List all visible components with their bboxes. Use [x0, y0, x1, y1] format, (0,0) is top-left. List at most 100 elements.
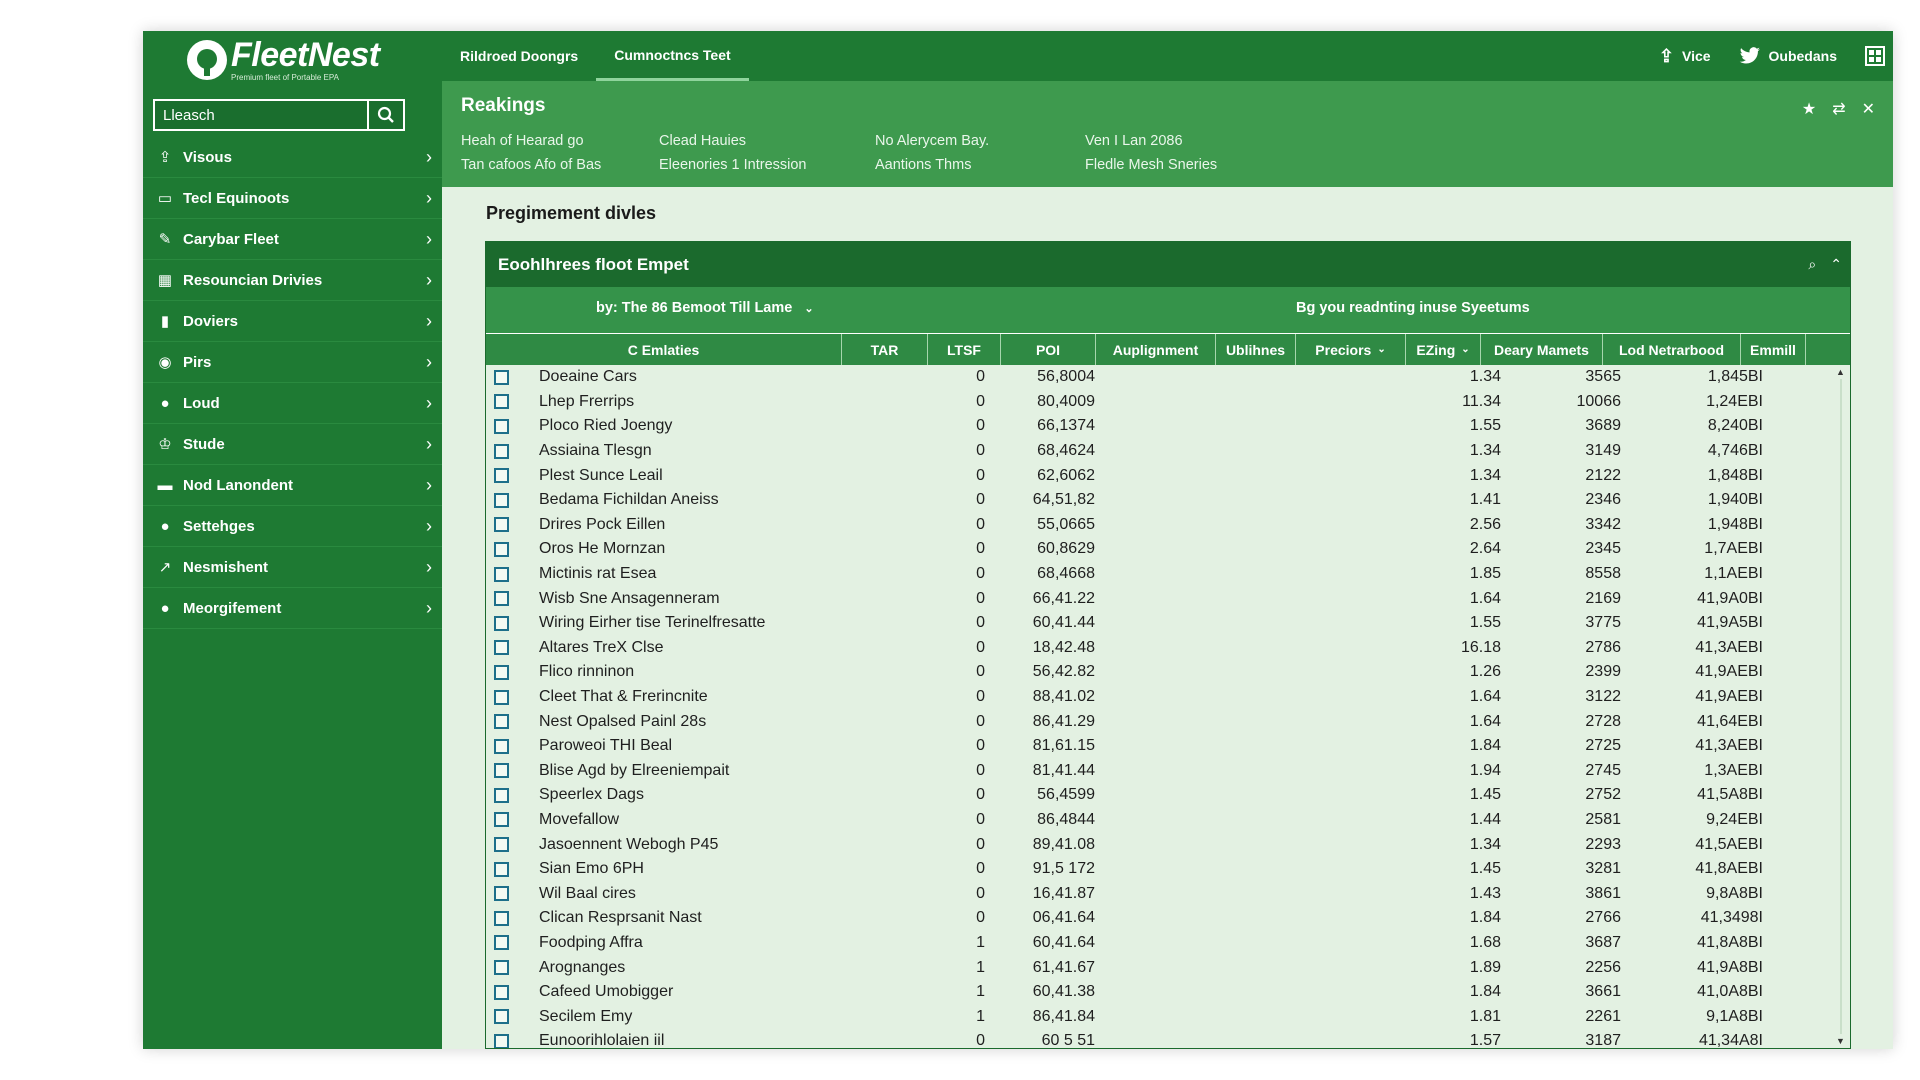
sidebar-item-7[interactable]: ♔ Stude › [143, 424, 442, 465]
row-checkbox[interactable] [494, 615, 509, 631]
table-row[interactable]: Drires Pock Eillen 0 55,0665 2.56 3342 1,948B… [486, 513, 1850, 538]
table-row[interactable]: Sian Emo 6PH 0 91,5 172 1.45 3281 41,8AEBI [486, 857, 1850, 882]
row-checkbox[interactable] [494, 664, 509, 680]
oubedans-button[interactable]: Oubedans [1739, 47, 1837, 65]
table-row[interactable]: Oros He Mornzan 0 60,8629 2.64 2345 1,7AEBI [486, 537, 1850, 562]
column-header-5[interactable]: Ublihnes [1216, 334, 1296, 365]
sidebar-item-10[interactable]: ↗ Nesmishent › [143, 547, 442, 588]
row-checkbox[interactable] [494, 369, 509, 385]
table-row[interactable]: Bedama Fichildan Aneiss 0 64,51,82 1.41 2346… [486, 488, 1850, 513]
scroll-up-arrow-icon[interactable]: ▲ [1836, 367, 1845, 377]
column-header-3[interactable]: POI [1001, 334, 1096, 365]
table-row[interactable]: Plest Sunce Leail 0 62,6062 1.34 2122 1,848BI [486, 463, 1850, 488]
star-icon[interactable]: ★ [1802, 99, 1816, 119]
sidebar-item-3[interactable]: ▦ Resouncian Drivies › [143, 260, 442, 301]
table-row[interactable]: Cafeed Umobigger 1 60,41.38 1.84 3661 41,0A8B… [486, 980, 1850, 1005]
scroll-down-arrow-icon[interactable]: ▼ [1836, 1036, 1845, 1046]
row-checkbox[interactable] [494, 738, 509, 754]
row-checkbox[interactable] [494, 394, 509, 410]
table-row[interactable]: Movefallow 0 86,4844 1.44 2581 9,24EBI [486, 808, 1850, 833]
close-icon[interactable]: ✕ [1862, 99, 1875, 119]
table-row[interactable]: Mictinis rat Esea 0 68,4668 1.85 8558 1,1AEBI [486, 562, 1850, 587]
table-row[interactable]: Wisb Sne Ansagenneram 0 66,41.22 1.64 2169 41… [486, 586, 1850, 611]
column-header-4[interactable]: Auplignment [1096, 334, 1216, 365]
search-input[interactable] [155, 101, 367, 129]
sidebar-item-0[interactable]: ⇪ Visous › [143, 137, 442, 178]
grid-menu-icon[interactable] [1865, 46, 1885, 66]
row-checkbox[interactable] [494, 517, 509, 533]
row-checkbox[interactable] [494, 960, 509, 976]
filter-dropdown[interactable]: by: The 86 Bemoot Till Lame ⌄ [596, 300, 814, 316]
sidebar-item-8[interactable]: ▬ Nod Lanondent › [143, 465, 442, 506]
row-checkbox[interactable] [494, 861, 509, 877]
table-row[interactable]: Ploco Ried Joengy 0 66,1374 1.55 3689 8,240BI [486, 414, 1850, 439]
collapse-icon[interactable]: ⌃ [1830, 256, 1842, 273]
chevron-down-icon: ⌄ [1461, 344, 1470, 355]
row-checkbox[interactable] [494, 1009, 509, 1025]
row-checkbox[interactable] [494, 935, 509, 951]
row-checkbox[interactable] [494, 689, 509, 705]
table-row[interactable]: Altares TreX Clse 0 18,42.48 16.18 2786 41,3A… [486, 636, 1850, 661]
table-row[interactable]: Wil Baal cires 0 16,41.87 1.43 3861 9,8A8BI [486, 881, 1850, 906]
sidebar-item-9[interactable]: ● Settehges › [143, 506, 442, 547]
column-header-1[interactable]: TAR [842, 334, 928, 365]
row-checkbox[interactable] [494, 763, 509, 779]
row-checkbox[interactable] [494, 418, 509, 434]
row-checkbox[interactable] [494, 591, 509, 607]
column-header-2[interactable]: LTSF [928, 334, 1001, 365]
sidebar-item-11[interactable]: ● Meorgifement › [143, 588, 442, 629]
vice-button[interactable]: ⇪ Vice [1659, 46, 1711, 67]
row-checkbox[interactable] [494, 984, 509, 1000]
column-header-8[interactable]: Deary Mamets [1481, 334, 1603, 365]
row-checkbox[interactable] [494, 714, 509, 730]
row-checkbox[interactable] [494, 787, 509, 803]
table-row[interactable]: Foodping Affra 1 60,41.64 1.68 3687 41,8A8BI [486, 931, 1850, 956]
table-row[interactable]: Jasoennent Webogh P45 0 89,41.08 1.34 2293 41… [486, 832, 1850, 857]
cell-zf: 1.34 [1469, 835, 1501, 853]
row-checkbox[interactable] [494, 566, 509, 582]
logo[interactable]: FleetNest Premium fleet of Portable EPA [143, 31, 442, 89]
tab-rildroed-doongrs[interactable]: Rildroed Doongrs [442, 31, 596, 81]
sidebar-item-5[interactable]: ◉ Pirs › [143, 342, 442, 383]
table-row[interactable]: Flico rinninon 0 56,42.82 1.26 2399 41,9AEBI [486, 660, 1850, 685]
column-header-0[interactable]: C Emlaties [486, 334, 842, 365]
row-checkbox[interactable] [494, 837, 509, 853]
tab-cumnoctncs-teet[interactable]: Cumnoctncs Teet [596, 31, 749, 81]
table-row[interactable]: Wiring Eirher tise Terinelfresatte 0 60,41… [486, 611, 1850, 636]
column-header-9[interactable]: Lod Netrarbood [1603, 334, 1741, 365]
table-row[interactable]: Nest Opalsed Painl 28s 0 86,41.29 1.64 2728 4… [486, 709, 1850, 734]
table-row[interactable]: Secilem Emy 1 86,41.84 1.81 2261 9,1A8BI [486, 1004, 1850, 1029]
sidebar-item-1[interactable]: ▭ Tecl Equinoots › [143, 178, 442, 219]
row-checkbox[interactable] [494, 886, 509, 902]
column-header-6[interactable]: Preciors ⌄ [1296, 334, 1406, 365]
vertical-scrollbar[interactable]: ▲ ▼ [1832, 365, 1850, 1048]
row-checkbox[interactable] [494, 492, 509, 508]
table-row[interactable]: Paroweoi THI Beal 0 81,61.15 1.84 2725 41,3AE… [486, 734, 1850, 759]
row-checkbox[interactable] [494, 541, 509, 557]
table-row[interactable]: Speerlex Dags 0 56,4599 1.45 2752 41,5A8BI [486, 783, 1850, 808]
search-button[interactable] [367, 101, 403, 129]
row-checkbox[interactable] [494, 468, 509, 484]
row-checkbox[interactable] [494, 443, 509, 459]
table-row[interactable]: Eunoorihlolaien iil 0 60 5 51 1.57 3187 41,34… [486, 1029, 1850, 1048]
table-row[interactable]: Arognanges 1 61,41.67 1.89 2256 41,9A8BI [486, 955, 1850, 980]
share-icon[interactable]: ⇄ [1832, 99, 1845, 119]
scroll-track[interactable] [1840, 379, 1842, 1034]
table-row[interactable]: Blise Agd by Elreeniempait 0 81,41.44 1.94 2… [486, 759, 1850, 784]
row-checkbox[interactable] [494, 1033, 509, 1048]
table-row[interactable]: Assiaina Tlesgn 0 68,4624 1.34 3149 4,746BI [486, 439, 1850, 464]
sidebar-item-4[interactable]: ▮ Doviers › [143, 301, 442, 342]
sidebar-item-6[interactable]: ● Loud › [143, 383, 442, 424]
table-row[interactable]: Cleet That & Frerincnite 0 88,41.02 1.64 312… [486, 685, 1850, 710]
column-header-10[interactable]: Emmill [1741, 334, 1806, 365]
column-header-label: TAR [870, 341, 899, 358]
sidebar-item-2[interactable]: ✎ Carybar Fleet › [143, 219, 442, 260]
row-checkbox[interactable] [494, 640, 509, 656]
column-header-7[interactable]: EZing ⌄ [1406, 334, 1481, 365]
table-row[interactable]: Doeaine Cars 0 56,8004 1.34 3565 1,845BI [486, 365, 1850, 390]
row-checkbox[interactable] [494, 812, 509, 828]
row-checkbox[interactable] [494, 910, 509, 926]
table-row[interactable]: Clican Resprsanit Nast 0 06,41.64 1.84 2766 4… [486, 906, 1850, 931]
table-row[interactable]: Lhep Frerrips 0 80,4009 11.34 10066 1,24EBI [486, 390, 1850, 415]
search-icon[interactable]: ⌕ [1808, 256, 1816, 273]
